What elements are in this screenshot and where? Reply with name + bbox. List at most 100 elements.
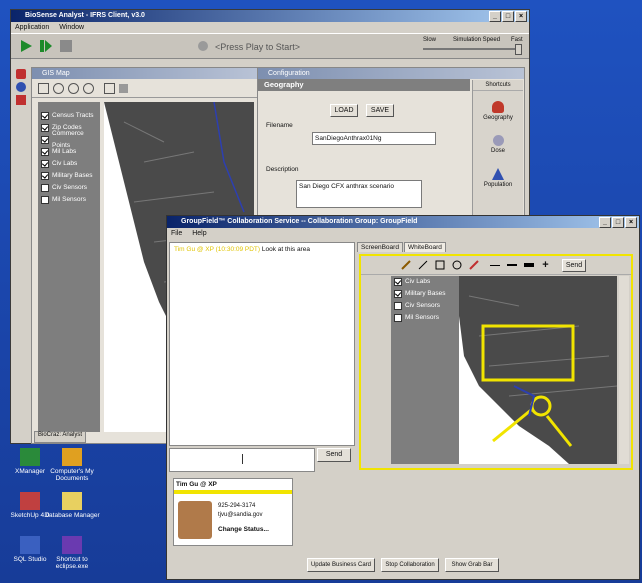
screenboard-frame: + Send Civ Labs Military Bases Civ Sensors…	[359, 254, 633, 470]
menu-application[interactable]: Application	[15, 24, 49, 31]
gis-toolbar	[32, 79, 258, 98]
speed-slider-thumb[interactable]	[515, 44, 522, 55]
tool-icon-3[interactable]	[16, 95, 26, 105]
gis-layer-item[interactable]: Military Bases	[38, 170, 100, 182]
minimize-button[interactable]: _	[489, 11, 501, 22]
desktop-icon[interactable]: Database Manager	[42, 492, 102, 519]
select-icon[interactable]	[104, 82, 115, 94]
gis-layer-label: Military Bases	[52, 172, 93, 179]
gis-layer-label: Mil Labs	[52, 148, 77, 155]
main-title-bar[interactable]: BioSense Analyst - IFRS Client, v3.0 _ □…	[11, 10, 529, 22]
help-icon[interactable]	[16, 82, 26, 92]
board-layer-checkbox[interactable]	[394, 278, 402, 286]
chat-send-button[interactable]: Send	[317, 448, 351, 462]
update-business-card-button[interactable]: Update Business Card	[307, 558, 375, 572]
board-layer-item[interactable]: Mil Sensors	[391, 312, 459, 324]
geography-icon	[492, 101, 504, 113]
desktop-icon-label: Shortcut to eclipse.exe	[55, 556, 89, 570]
tab-screenboard[interactable]: ScreenBoard	[357, 242, 403, 252]
draw-send-button[interactable]: Send	[562, 258, 586, 272]
stop-collaboration-button[interactable]: Stop Collaboration	[381, 558, 439, 572]
speed-fast-label: Fast	[511, 37, 523, 43]
gis-layer-list: Census Tracts Zip Codes Commerce Points Mil…	[38, 102, 100, 432]
tab-whiteboard[interactable]: WhiteBoard	[403, 242, 446, 252]
gis-layer-item[interactable]: Civ Labs	[38, 158, 100, 170]
load-button[interactable]: LOAD	[330, 104, 358, 117]
shortcut-dose[interactable]: Dose	[473, 135, 523, 154]
show-grab-bar-button[interactable]: Show Grab Bar	[445, 558, 499, 572]
chat-input[interactable]	[169, 448, 315, 472]
main-window-title: BioSense Analyst - IFRS Client, v3.0	[25, 12, 145, 19]
board-layer-item[interactable]: Civ Labs	[391, 276, 459, 288]
gis-layer-item[interactable]: Civ Sensors	[38, 182, 100, 194]
collab-maximize-button[interactable]: □	[612, 217, 624, 228]
close-button[interactable]: ×	[515, 11, 527, 22]
board-map	[459, 276, 617, 464]
collab-minimize-button[interactable]: _	[599, 217, 611, 228]
gis-layer-item[interactable]: Mil Sensors	[38, 194, 100, 206]
color-pen-icon[interactable]	[467, 259, 480, 272]
desktop-icon[interactable]: Computer's My Documents	[42, 448, 102, 482]
desktop-icons: XManager Computer's My Documents SketchUp …	[0, 448, 120, 578]
gis-layer-item[interactable]: Census Tracts	[38, 110, 100, 122]
line-icon[interactable]	[416, 259, 429, 272]
maximize-button[interactable]: □	[502, 11, 514, 22]
pencil-icon[interactable]	[399, 259, 412, 272]
stop-icon[interactable]	[59, 39, 73, 53]
shortcut-geography[interactable]: Geography	[473, 101, 523, 121]
gis-layer-checkbox[interactable]	[41, 148, 49, 156]
board-layer-checkbox[interactable]	[394, 302, 402, 310]
play-icon[interactable]	[19, 39, 33, 53]
gis-layer-checkbox[interactable]	[41, 112, 49, 120]
gis-layer-checkbox[interactable]	[41, 124, 49, 132]
desktop-icon[interactable]: Shortcut to eclipse.exe	[42, 536, 102, 570]
pan-icon[interactable]	[83, 82, 94, 94]
gis-layer-label: Census Tracts	[52, 112, 94, 119]
collab-title-bar[interactable]: GroupField™ Collaboration Service -- Col…	[167, 216, 639, 228]
board-map-view[interactable]	[459, 276, 617, 464]
board-layer-item[interactable]: Military Bases	[391, 288, 459, 300]
gis-layer-checkbox[interactable]	[41, 136, 49, 144]
description-field[interactable]: San Diego CFX anthrax scenario	[296, 180, 422, 208]
documents-icon	[62, 448, 82, 466]
menu-help[interactable]: Help	[192, 230, 206, 237]
zoom-in-icon[interactable]	[53, 82, 64, 94]
rectangle-icon[interactable]	[433, 259, 446, 272]
step-icon[interactable]	[39, 39, 53, 53]
shortcut-population-label: Population	[483, 182, 513, 188]
configuration-title: Configuration	[268, 70, 310, 77]
thick-line-icon[interactable]	[522, 259, 535, 272]
gis-layer-checkbox[interactable]	[41, 160, 49, 168]
ellipse-icon[interactable]	[450, 259, 463, 272]
gis-bottom-tab[interactable]: BioCraz: Analyst	[34, 431, 87, 443]
grid-icon[interactable]	[119, 83, 128, 93]
menu-file[interactable]: File	[171, 230, 182, 237]
filename-label: Filename	[266, 122, 293, 129]
thin-line-icon[interactable]	[488, 259, 501, 272]
zoom-extent-icon[interactable]	[38, 82, 49, 94]
collab-close-button[interactable]: ×	[625, 217, 637, 228]
filename-field[interactable]: SanDiegoAnthrax01Ng	[312, 132, 436, 145]
main-toolbar: <Press Play to Start> Slow Simulation Sp…	[11, 33, 529, 59]
shortcut-geography-label: Geography	[483, 115, 513, 121]
gis-layer-checkbox[interactable]	[41, 184, 49, 192]
board-layer-item[interactable]: Civ Sensors	[391, 300, 459, 312]
menu-window[interactable]: Window	[59, 24, 84, 31]
gis-layer-item[interactable]: Commerce Points	[38, 130, 100, 149]
board-layer-checkbox[interactable]	[394, 314, 402, 322]
gis-layer-checkbox[interactable]	[41, 172, 49, 180]
chat-sender: Tim Gu @ XP (10:30:09 PDT)	[174, 246, 261, 253]
save-button[interactable]: SAVE	[366, 104, 394, 117]
add-icon[interactable]: +	[539, 259, 552, 272]
board-layer-checkbox[interactable]	[394, 290, 402, 298]
change-status-link[interactable]: Change Status...	[218, 526, 269, 533]
board-area: ScreenBoard WhiteBoard + Send Civ Labs Mi…	[357, 242, 635, 472]
board-scrollbar[interactable]	[619, 276, 629, 464]
collaboration-window: GroupField™ Collaboration Service -- Col…	[166, 215, 640, 580]
tool-icon-1[interactable]	[16, 69, 26, 79]
gis-layer-checkbox[interactable]	[41, 196, 49, 204]
medium-line-icon[interactable]	[505, 259, 518, 272]
zoom-out-icon[interactable]	[68, 82, 79, 94]
dose-icon	[492, 135, 504, 146]
shortcut-population[interactable]: Population	[473, 168, 523, 188]
